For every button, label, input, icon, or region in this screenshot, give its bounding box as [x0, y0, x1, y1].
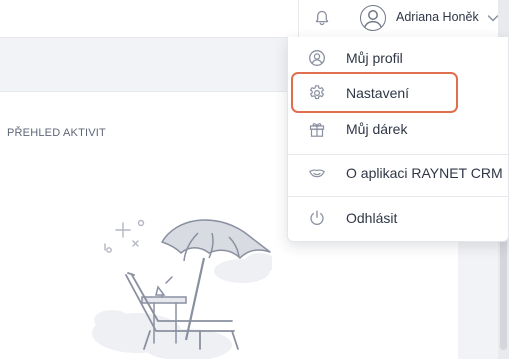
sparkle-decoration: [104, 219, 145, 253]
menu-item-my-gift[interactable]: Můj dárek: [288, 112, 509, 146]
section-title: PŘEHLED AKTIVIT: [7, 127, 106, 139]
cloud-decoration: [92, 253, 272, 359]
beach-umbrella-illustration: [92, 219, 272, 359]
user-name[interactable]: Adriana Honěk: [396, 10, 479, 24]
user-avatar-icon[interactable]: [360, 5, 386, 31]
power-icon: [310, 210, 324, 225]
gift-icon: [309, 123, 325, 137]
menu-item-my-profile[interactable]: Můj profil: [288, 41, 509, 75]
menu-item-label: Můj profil: [346, 50, 403, 66]
bell-icon: [315, 10, 329, 26]
menu-divider: [288, 154, 509, 155]
menu-divider: [288, 196, 509, 197]
menu-item-label: Odhlásit: [346, 210, 398, 226]
menu-item-label: Můj dárek: [346, 121, 408, 137]
user-circle-icon: [309, 50, 325, 66]
menu-item-label: O aplikaci RAYNET CRM: [346, 165, 503, 181]
menu-item-about-app[interactable]: O aplikaci RAYNET CRM: [288, 156, 509, 190]
gear-icon: [310, 85, 324, 100]
header-divider: [298, 0, 299, 38]
menu-item-label: Nastavení: [346, 85, 410, 101]
user-menu-dropdown: Můj profil Nastavení Můj dárek O aplikac…: [287, 37, 509, 242]
raynet-logo-icon: [309, 169, 325, 178]
menu-item-settings[interactable]: Nastavení: [288, 76, 509, 110]
menu-item-logout[interactable]: Odhlásit: [288, 201, 509, 235]
screen: Adriana Honěk PŘEHLED AKTIVIT Můj profil…: [0, 0, 509, 359]
notifications-button[interactable]: [308, 4, 336, 32]
